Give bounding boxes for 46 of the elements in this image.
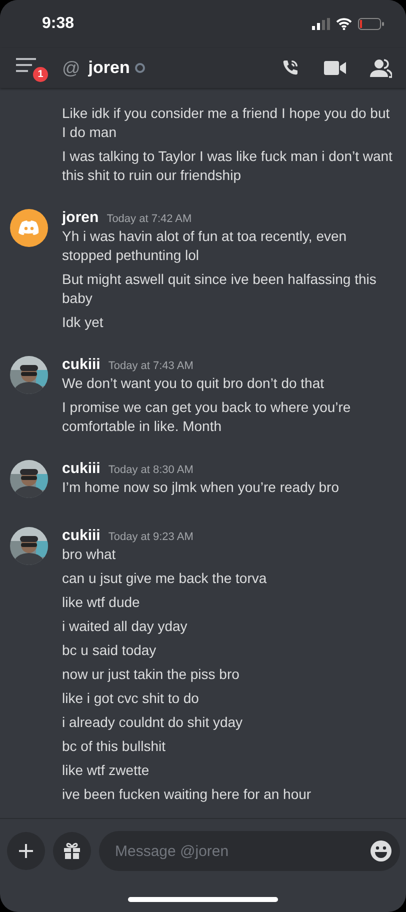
plus-icon (18, 843, 34, 859)
message-bar[interactable]: Message @joren (99, 831, 400, 871)
message-text: like wtf zwette (62, 761, 150, 780)
message-text: But might aswell quit since ive been halfassing this baby (62, 270, 378, 308)
battery-icon (358, 18, 384, 30)
members-icon[interactable] (370, 58, 392, 78)
message-text: i waited all day yday (62, 617, 188, 636)
avatar[interactable] (10, 209, 48, 247)
signal-icon (312, 18, 330, 30)
status-time: 9:38 (42, 15, 74, 33)
timestamp: Today at 7:43 AM (108, 360, 194, 372)
message-text: I’m home now so jlmk when you’re ready bro (62, 478, 340, 497)
at-sign: @ (62, 58, 80, 78)
unread-badge: 1 (31, 65, 50, 84)
message-text: like i got cvc shit to do (62, 689, 200, 708)
message-text: now ur just takin the piss bro (62, 665, 240, 684)
video-camera-icon[interactable] (324, 60, 346, 76)
message-field[interactable]: Message @joren (113, 842, 370, 860)
wifi-icon (336, 18, 352, 30)
timestamp: Today at 9:23 AM (108, 531, 194, 543)
gift-button[interactable] (53, 832, 91, 870)
message-text: bc u said today (62, 641, 158, 660)
author-name[interactable]: cukiii (62, 356, 100, 373)
timestamp: Today at 7:42 AM (106, 213, 192, 225)
message-text: i already couldnt do shit yday (62, 713, 244, 732)
gift-icon (63, 842, 81, 860)
message-text: Idk yet (62, 313, 104, 332)
message-text: Like idk if you consider me a friend I hope you do but I do man (62, 104, 391, 142)
channel-name: joren (88, 58, 130, 78)
author-name[interactable]: cukiii (62, 460, 100, 477)
message-text: I was talking to Taylor I was like fuck man i don’t want this shit to ruin our friendship (62, 147, 394, 185)
smiley-icon[interactable] (370, 840, 392, 862)
message-text: I promise we can get you back to where you’re comfortable in like. Month (62, 398, 352, 436)
message-text: We don’t want you to quit bro don’t do that (62, 374, 326, 393)
message-text: can u jsut give me back the torva (62, 569, 268, 588)
message-text: Yh i was havin alot of fun at toa recently, even stopped pethunting lol (62, 227, 348, 265)
author-name[interactable]: joren (62, 209, 99, 226)
timestamp: Today at 8:30 AM (108, 464, 194, 476)
author-name[interactable]: cukiii (62, 527, 100, 544)
game-controller-icon (18, 220, 40, 236)
message-text: like wtf dude (62, 593, 141, 612)
message-text: bc of this bullshit (62, 737, 166, 756)
message-text: bro what (62, 545, 117, 564)
add-button[interactable] (7, 832, 45, 870)
menu-icon[interactable] (16, 58, 36, 72)
message-text: ive been fucken waiting here for an hour (62, 785, 312, 804)
